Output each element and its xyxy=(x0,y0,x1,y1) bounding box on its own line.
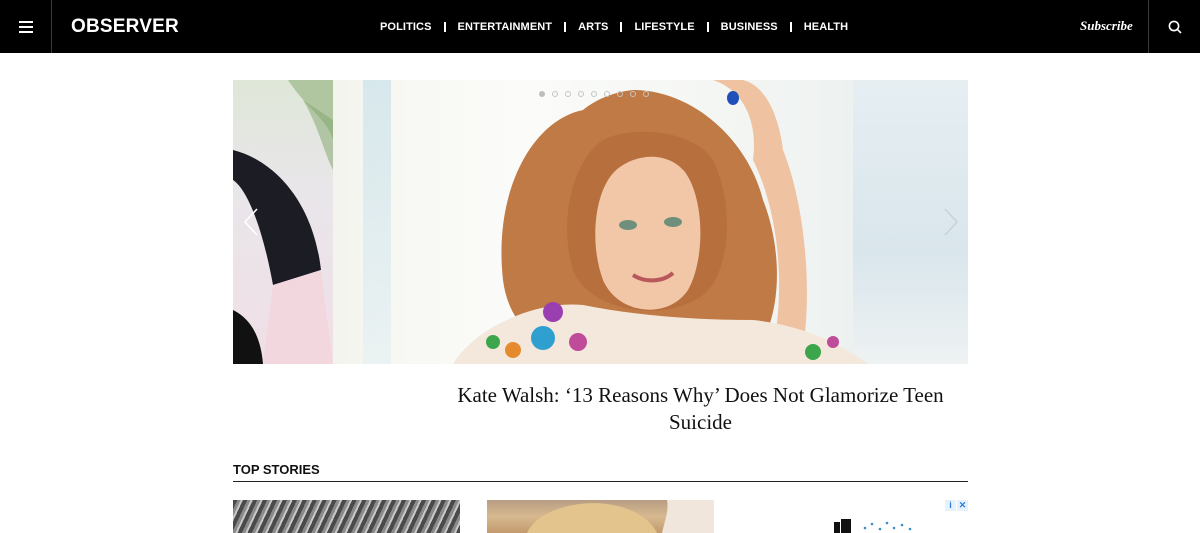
story-thumbnail[interactable] xyxy=(487,500,714,533)
search-icon xyxy=(1168,20,1182,34)
carousel-dot[interactable] xyxy=(604,91,610,97)
search-button[interactable] xyxy=(1148,0,1200,53)
nav-separator xyxy=(706,21,709,32)
chevron-left-icon xyxy=(243,208,258,236)
nav-separator xyxy=(789,21,792,32)
hero-carousel[interactable] xyxy=(233,80,968,364)
nav-item-arts[interactable]: ARTS xyxy=(578,21,608,33)
advertisement[interactable] xyxy=(742,500,968,533)
nav-item-business[interactable]: BUSINESS xyxy=(721,21,778,33)
section-divider xyxy=(233,481,968,482)
nav-item-health[interactable]: HEALTH xyxy=(804,21,848,33)
close-icon[interactable]: ✕ xyxy=(957,500,968,511)
carousel-next-button[interactable] xyxy=(941,206,961,238)
carousel-prev-button[interactable] xyxy=(241,206,261,238)
hero-headline[interactable]: Kate Walsh: ‘13 Reasons Why’ Does Not Gl… xyxy=(433,382,968,436)
carousel-dot[interactable] xyxy=(591,91,597,97)
nav-item-lifestyle[interactable]: LIFESTYLE xyxy=(634,21,694,33)
story-thumbnail[interactable] xyxy=(233,500,460,533)
carousel-dot[interactable] xyxy=(630,91,636,97)
subscribe-link[interactable]: Subscribe xyxy=(1080,18,1133,34)
story-thumbnail-image xyxy=(527,500,714,533)
top-navigation-bar: OBSERVER POLITICS ENTERTAINMENT ARTS LIF… xyxy=(0,0,1200,53)
menu-button[interactable] xyxy=(0,0,52,53)
hamburger-menu-icon xyxy=(18,20,33,33)
ad-image xyxy=(834,519,912,533)
carousel-dot[interactable] xyxy=(565,91,571,97)
carousel-dot[interactable] xyxy=(643,91,649,97)
carousel-pagination xyxy=(539,91,649,97)
ad-badge: i ✕ xyxy=(945,500,968,511)
carousel-dot[interactable] xyxy=(617,91,623,97)
site-logo[interactable]: OBSERVER xyxy=(71,16,179,38)
top-stories-heading: TOP STORIES xyxy=(233,462,320,477)
nav-item-entertainment[interactable]: ENTERTAINMENT xyxy=(458,21,553,33)
nav-separator xyxy=(564,21,567,32)
main-nav: POLITICS ENTERTAINMENT ARTS LIFESTYLE BU… xyxy=(380,0,848,53)
nav-separator xyxy=(443,21,446,32)
carousel-dot[interactable] xyxy=(578,91,584,97)
hero-portrait-image xyxy=(453,80,868,364)
nav-separator xyxy=(620,21,623,32)
carousel-dot[interactable] xyxy=(552,91,558,97)
nav-item-politics[interactable]: POLITICS xyxy=(380,21,432,33)
carousel-dot[interactable] xyxy=(539,91,545,97)
adchoices-icon[interactable]: i xyxy=(945,500,956,511)
chevron-right-icon xyxy=(944,208,959,236)
